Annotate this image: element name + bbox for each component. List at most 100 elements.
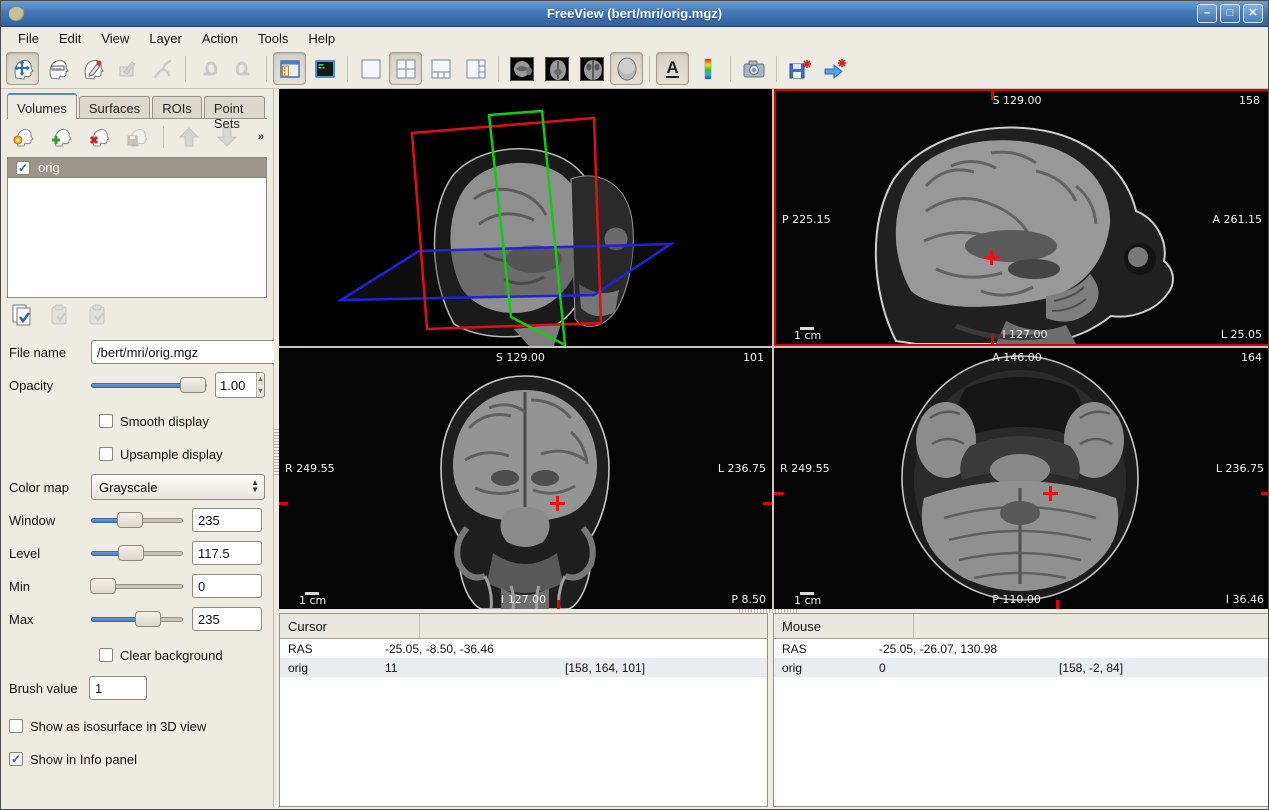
menu-view[interactable]: View bbox=[92, 29, 138, 48]
window-input[interactable] bbox=[192, 508, 262, 532]
app-window: FreeView (bert/mri/orig.mgz) – □ ✕ File … bbox=[0, 0, 1269, 810]
annotation-button[interactable]: A bbox=[656, 52, 689, 85]
close-volume-button[interactable] bbox=[85, 123, 115, 151]
axial-thumb-icon bbox=[580, 57, 604, 81]
viewport-area: S 129.00 158 P 225.15 A 261.15 I 127.00 … bbox=[279, 89, 1269, 609]
screenshot-button[interactable] bbox=[737, 52, 770, 85]
layout-1and3-icon bbox=[429, 57, 453, 81]
layout-1and3-h-button[interactable] bbox=[459, 52, 492, 85]
mouse-panel-title: Mouse bbox=[782, 619, 821, 634]
tab-pointsets[interactable]: Point Sets bbox=[204, 96, 265, 118]
isosurface-label: Show as isosurface in 3D view bbox=[30, 719, 206, 734]
toolbar-overflow-button[interactable]: » bbox=[258, 131, 265, 143]
viewport-sagittal[interactable]: S 129.00 158 P 225.15 A 261.15 I 127.00 … bbox=[774, 89, 1269, 346]
upsample-display-label: Upsample display bbox=[120, 447, 223, 462]
measure-tool-button[interactable] bbox=[41, 52, 74, 85]
sagittal-bottom-label: I 127.00 bbox=[1002, 328, 1047, 341]
toggle-panel-button[interactable] bbox=[273, 52, 306, 85]
layer-visibility-checkbox[interactable]: ✓ bbox=[16, 161, 30, 175]
colormap-value: Grayscale bbox=[99, 480, 158, 495]
cursor-info-panel: Cursor RAS -25.05, -8.50, -36.46 orig 11… bbox=[279, 613, 768, 807]
maximize-button[interactable]: □ bbox=[1220, 4, 1240, 23]
clear-background-checkbox[interactable] bbox=[99, 648, 113, 662]
level-slider[interactable] bbox=[91, 545, 183, 561]
save-point-button[interactable] bbox=[783, 52, 816, 85]
paste-settings-icon[interactable] bbox=[85, 302, 111, 328]
min-input[interactable] bbox=[192, 574, 262, 598]
viewport-3d[interactable] bbox=[279, 89, 772, 346]
window-slider[interactable] bbox=[91, 512, 183, 528]
upsample-display-checkbox[interactable] bbox=[99, 447, 113, 461]
redo-button[interactable] bbox=[227, 52, 260, 85]
file-name-input[interactable] bbox=[91, 340, 279, 364]
save-volume-icon bbox=[125, 125, 151, 149]
color-scale-button[interactable] bbox=[691, 52, 724, 85]
menu-help[interactable]: Help bbox=[299, 29, 344, 48]
move-layer-up-button[interactable] bbox=[174, 123, 204, 151]
row-coords: [158, -2, 84] bbox=[1059, 661, 1269, 675]
move-layer-down-button[interactable] bbox=[212, 123, 242, 151]
copy-settings-icon[interactable] bbox=[47, 302, 73, 328]
show-info-panel-checkbox[interactable]: ✓ bbox=[9, 752, 23, 766]
cursor-ras-row: RAS -25.05, -8.50, -36.46 bbox=[280, 639, 767, 658]
tab-volumes[interactable]: Volumes bbox=[7, 93, 77, 119]
view-3d-button[interactable] bbox=[610, 52, 643, 85]
layout-1x1-button[interactable] bbox=[354, 52, 387, 85]
view-coronal-button[interactable] bbox=[540, 52, 573, 85]
level-label: Level bbox=[9, 546, 91, 561]
cursor-orig-row: orig 11 [158, 164, 101] bbox=[280, 658, 767, 677]
max-input[interactable] bbox=[192, 607, 262, 631]
viewport-coronal[interactable]: S 129.00 101 R 249.55 L 236.75 I 127.00 … bbox=[279, 348, 772, 609]
goto-point-button[interactable] bbox=[818, 52, 851, 85]
window-title: FreeView (bert/mri/orig.mgz) bbox=[1, 6, 1268, 21]
max-slider[interactable] bbox=[91, 611, 183, 627]
brush-value-input[interactable] bbox=[89, 676, 147, 700]
opacity-down-icon[interactable]: ▼ bbox=[257, 385, 264, 397]
coronal-crosshair bbox=[550, 496, 565, 511]
mouse-info-panel: Mouse RAS -25.05, -26.07, 130.98 orig 0 … bbox=[773, 613, 1269, 807]
opacity-slider[interactable] bbox=[91, 377, 207, 393]
save-volume-button[interactable] bbox=[123, 123, 153, 151]
min-slider[interactable] bbox=[91, 578, 183, 594]
menu-tools[interactable]: Tools bbox=[249, 29, 297, 48]
menu-layer[interactable]: Layer bbox=[140, 29, 191, 48]
new-volume-button[interactable] bbox=[9, 123, 39, 151]
menu-action[interactable]: Action bbox=[193, 29, 247, 48]
undo-button[interactable] bbox=[192, 52, 225, 85]
opacity-value-input[interactable] bbox=[216, 373, 256, 397]
tab-surfaces[interactable]: Surfaces bbox=[79, 96, 150, 118]
opacity-spinbox[interactable]: ▲▼ bbox=[215, 372, 265, 398]
arrow-up-icon bbox=[177, 126, 201, 148]
colormap-select[interactable]: Grayscale ▲▼ bbox=[91, 474, 265, 500]
tab-rois[interactable]: ROIs bbox=[152, 96, 202, 118]
pointset-edit-tool-button[interactable] bbox=[146, 52, 179, 85]
cursor-panel-header: Cursor bbox=[280, 614, 767, 639]
opacity-up-icon[interactable]: ▲ bbox=[257, 373, 264, 385]
close-button[interactable]: ✕ bbox=[1243, 4, 1263, 23]
menu-edit[interactable]: Edit bbox=[50, 29, 90, 48]
arrow-down-icon bbox=[215, 126, 239, 148]
roi-edit-tool-button[interactable] bbox=[111, 52, 144, 85]
check-all-layers-icon[interactable] bbox=[9, 302, 35, 328]
minimize-button[interactable]: – bbox=[1197, 4, 1217, 23]
smooth-display-label: Smooth display bbox=[120, 414, 209, 429]
menu-file[interactable]: File bbox=[9, 29, 48, 48]
level-input[interactable] bbox=[192, 541, 262, 565]
voxel-edit-tool-button[interactable] bbox=[76, 52, 109, 85]
layer-item-orig[interactable]: ✓ orig bbox=[8, 158, 266, 178]
coronal-image bbox=[279, 348, 772, 609]
smooth-display-checkbox[interactable] bbox=[99, 414, 113, 428]
view-axial-button[interactable] bbox=[575, 52, 608, 85]
opacity-label: Opacity bbox=[9, 378, 91, 393]
isosurface-checkbox[interactable] bbox=[9, 719, 23, 733]
command-console-button[interactable] bbox=[308, 52, 341, 85]
view-sagittal-button[interactable] bbox=[505, 52, 538, 85]
viewport-axial[interactable]: A 146.00 164 R 249.55 L 236.75 P 110.00 … bbox=[774, 348, 1269, 609]
layout-2x2-button[interactable] bbox=[389, 52, 422, 85]
load-volume-button[interactable] bbox=[47, 123, 77, 151]
layout-1and3-button[interactable] bbox=[424, 52, 457, 85]
head-3d-icon bbox=[614, 56, 640, 82]
navigate-tool-button[interactable] bbox=[6, 52, 39, 85]
roi-edit-icon bbox=[116, 57, 140, 81]
volume-layer-list[interactable]: ✓ orig bbox=[7, 157, 267, 298]
